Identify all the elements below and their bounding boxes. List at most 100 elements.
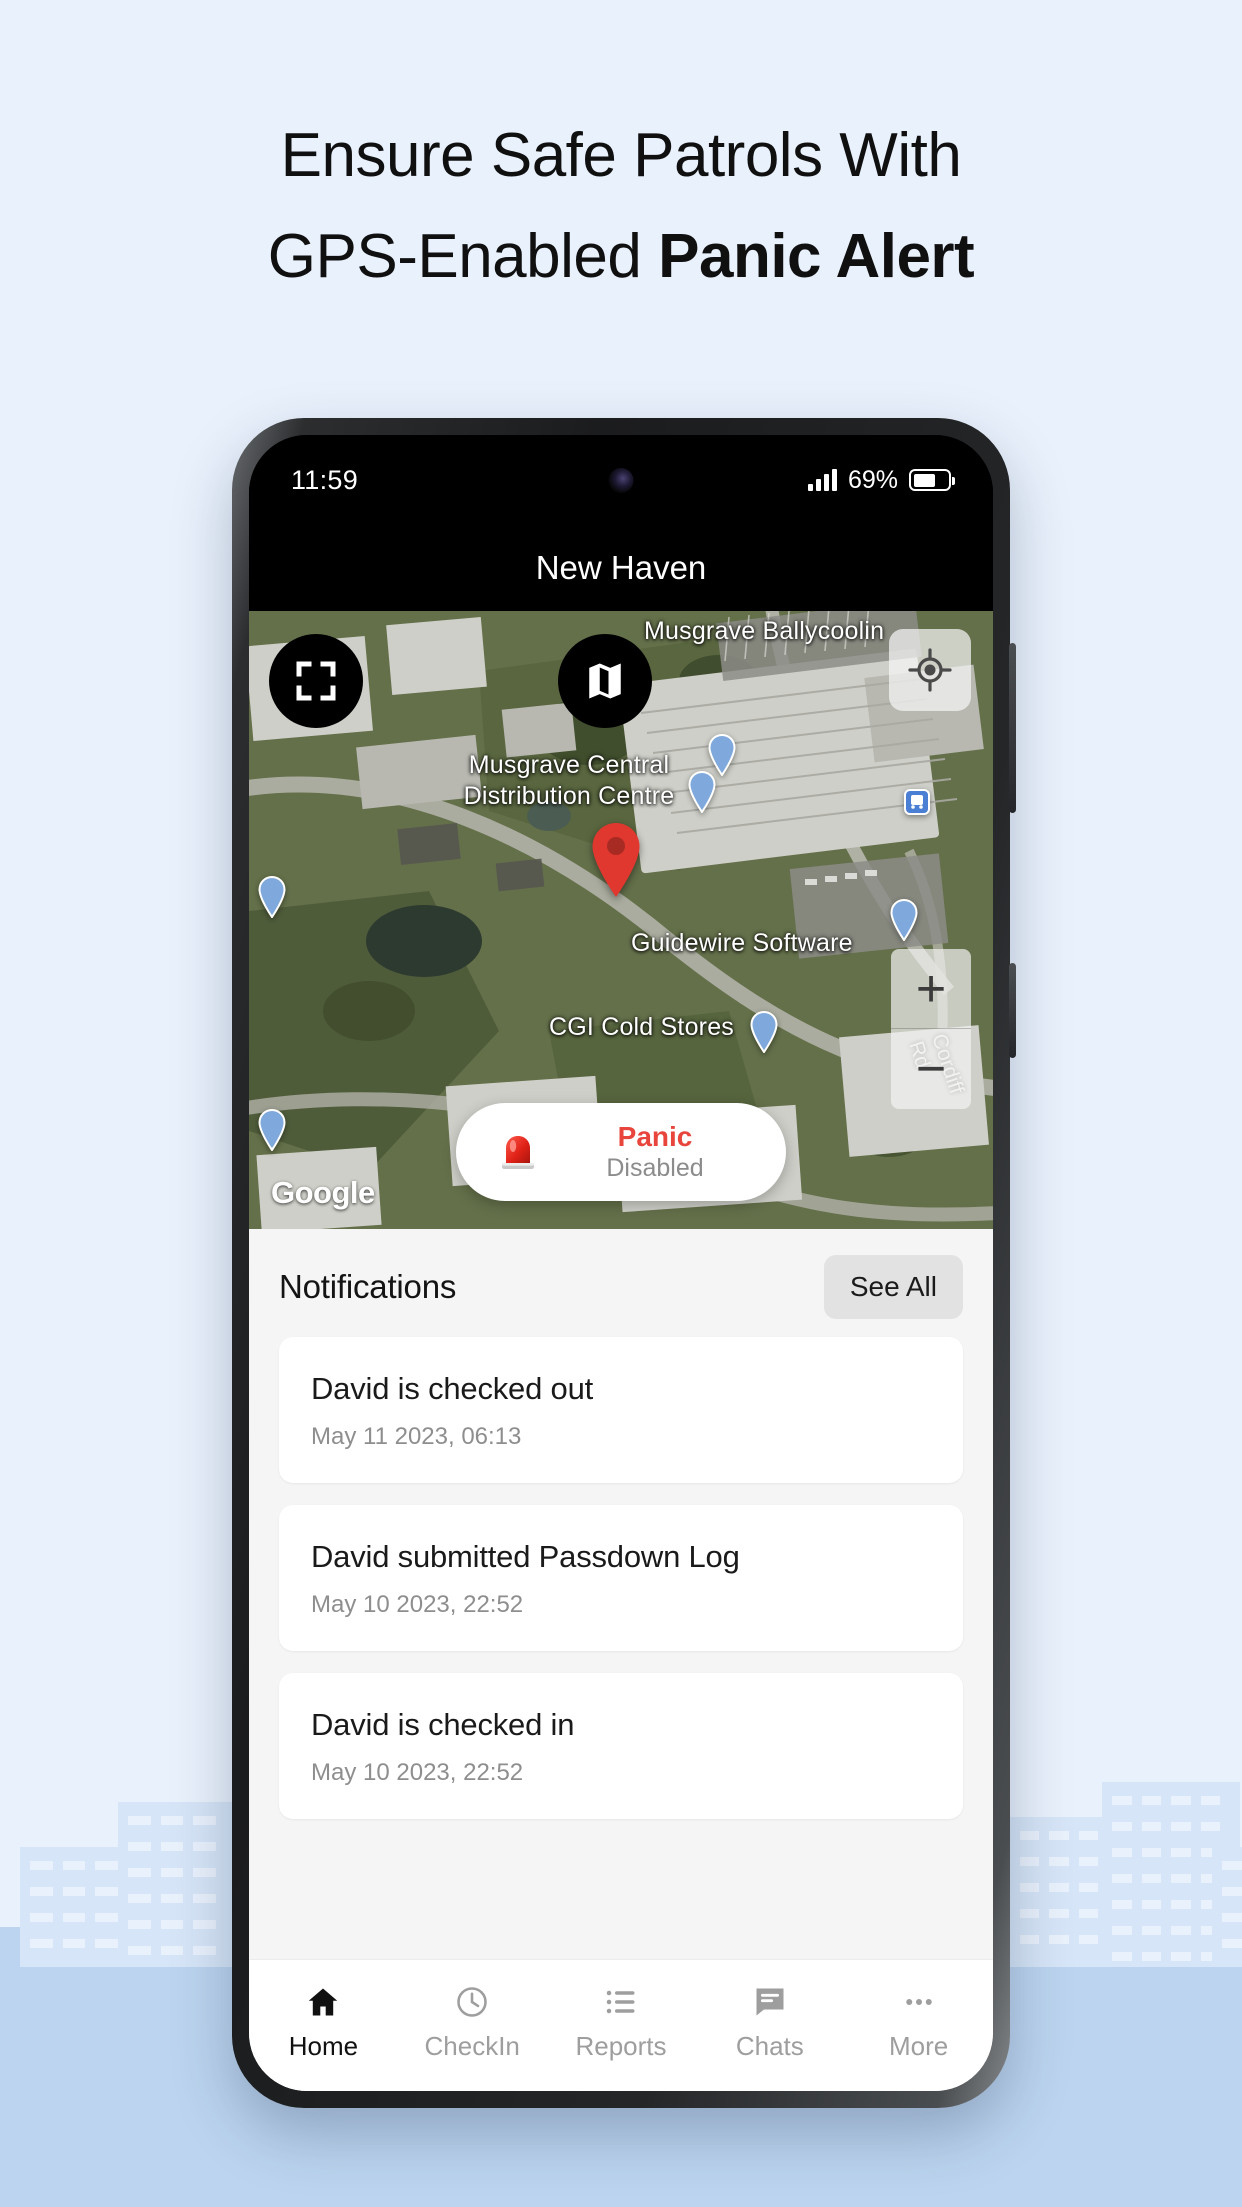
bottom-navigation-bar: Home CheckIn Reports Chats More <box>249 1959 993 2091</box>
map-transit-marker[interactable] <box>904 789 930 815</box>
skyline-window <box>1171 1952 1191 1961</box>
skyline-window <box>160 1816 184 1825</box>
map-view[interactable]: Musgrave Ballycoolin Musgrave Central Di… <box>249 611 993 1229</box>
skyline-window <box>1141 1900 1161 1909</box>
clock-icon <box>454 1982 490 2022</box>
skyline-window <box>193 1816 216 1825</box>
skyline-window <box>1141 1926 1161 1935</box>
app-title-bar: New Haven <box>249 525 993 611</box>
map-layers-icon <box>589 663 621 699</box>
skyline-window <box>160 1946 184 1955</box>
skyline-window <box>62 1861 85 1870</box>
notification-item[interactable]: David is checked out May 11 2023, 06:13 <box>279 1337 963 1483</box>
skyline-window <box>1222 1913 1242 1922</box>
skyline-window <box>95 1887 118 1896</box>
skyline-window <box>1141 1874 1161 1883</box>
map-poi-marker[interactable] <box>889 898 919 942</box>
app-screen: 11:59 69% New Haven Musgrave Ballycoolin… <box>249 435 993 2091</box>
panic-status: Disabled <box>606 1153 704 1182</box>
skyline-window <box>1171 1874 1191 1883</box>
skyline-window <box>62 1887 85 1896</box>
skyline-window <box>193 1920 216 1929</box>
skyline-window <box>1078 1935 1098 1944</box>
skyline-window <box>1222 1939 1242 1948</box>
nav-item-reports[interactable]: Reports <box>547 1982 696 2062</box>
status-bar-clock: 11:59 <box>291 464 359 495</box>
skyline-window <box>128 1868 151 1877</box>
notifications-list: David is checked out May 11 2023, 06:13 … <box>249 1337 993 1819</box>
status-bar: 11:59 69% <box>249 435 993 525</box>
zoom-in-button[interactable]: + <box>891 949 971 1029</box>
zoom-out-button[interactable]: − <box>891 1029 971 1109</box>
skyline-window <box>160 1842 184 1851</box>
skyline-window <box>1112 1796 1132 1805</box>
fullscreen-icon <box>296 661 336 701</box>
notification-title: David is checked in <box>311 1707 575 1742</box>
skyline-window <box>193 1894 216 1903</box>
skyline-window <box>62 1913 85 1922</box>
skyline-window <box>1049 1909 1069 1918</box>
skyline-window <box>160 1920 184 1929</box>
skyline-window <box>128 1946 151 1955</box>
map-poi-marker[interactable] <box>257 875 287 919</box>
map-zoom-controls[interactable]: + − <box>891 949 971 1109</box>
skyline-window <box>1049 1935 1069 1944</box>
skyline-window <box>1020 1935 1040 1944</box>
my-location-icon <box>908 648 952 692</box>
skyline-window <box>1171 1848 1191 1857</box>
skyline-window <box>1020 1831 1040 1840</box>
phone-volume-button[interactable] <box>1009 643 1016 813</box>
see-all-button[interactable]: See All <box>823 1255 963 1319</box>
skyline-window <box>30 1939 53 1948</box>
my-location-button[interactable] <box>889 629 971 711</box>
notification-item[interactable]: David submitted Passdown Log May 10 2023… <box>279 1505 963 1651</box>
notification-title: David submitted Passdown Log <box>311 1539 740 1574</box>
phone-mockup: 11:59 69% New Haven Musgrave Ballycoolin… <box>232 418 1016 2108</box>
current-location-pin[interactable] <box>588 821 644 899</box>
headline-line-2: GPS-Enabled Panic Alert <box>0 206 1242 307</box>
skyline-window <box>30 1913 53 1922</box>
map-poi-marker[interactable] <box>707 733 737 777</box>
skyline-window <box>193 1868 216 1877</box>
status-bar-indicators: 69% <box>807 466 955 495</box>
nav-label-chats: Chats <box>735 2030 804 2061</box>
skyline-window <box>30 1861 53 1870</box>
skyline-window <box>62 1939 85 1948</box>
phone-power-button[interactable] <box>1009 963 1016 1058</box>
skyline-window <box>1078 1883 1098 1892</box>
nav-item-home[interactable]: Home <box>249 1982 398 2062</box>
nav-item-chats[interactable]: Chats <box>695 1982 844 2062</box>
skyline-building <box>1212 1847 1242 1967</box>
skyline-window <box>128 1842 151 1851</box>
notification-timestamp: May 10 2023, 22:52 <box>311 1759 524 1786</box>
skyline-window <box>1112 1926 1132 1935</box>
skyline-window <box>1078 1831 1098 1840</box>
fullscreen-button[interactable] <box>269 634 363 728</box>
nav-item-more[interactable]: More <box>844 1982 993 2062</box>
notifications-header: Notifications See All <box>249 1229 993 1337</box>
skyline-window <box>1200 1796 1220 1805</box>
battery-icon <box>909 469 955 491</box>
map-poi-marker[interactable] <box>687 770 717 814</box>
map-poi-marker[interactable] <box>749 1010 779 1054</box>
siren-icon <box>496 1130 540 1174</box>
map-layers-button[interactable] <box>558 634 652 728</box>
skyline-window <box>1141 1796 1161 1805</box>
nav-label-home: Home <box>288 2030 359 2061</box>
phone-screen-bezel: 11:59 69% New Haven Musgrave Ballycoolin… <box>249 435 993 2091</box>
skyline-window <box>1112 1874 1132 1883</box>
nav-item-checkin[interactable]: CheckIn <box>398 1982 547 2062</box>
skyline-window <box>1020 1909 1040 1918</box>
map-poi-marker[interactable] <box>257 1108 287 1152</box>
page-title: Ensure Safe Patrols With GPS-Enabled Pan… <box>0 105 1242 307</box>
skyline-window <box>1020 1883 1040 1892</box>
headline-line-2-normal: GPS-Enabled <box>267 222 659 291</box>
signal-bars-icon <box>807 469 837 491</box>
nav-label-more: More <box>888 2030 949 2061</box>
notifications-sheet: Notifications See All David is checked o… <box>249 1229 993 2091</box>
panic-button[interactable]: Panic Disabled <box>456 1103 786 1201</box>
notification-item[interactable]: David is checked in May 10 2023, 22:52 <box>279 1673 963 1819</box>
skyline-window <box>1049 1883 1069 1892</box>
front-camera-punch-hole <box>608 468 634 493</box>
skyline-window <box>160 1894 184 1903</box>
